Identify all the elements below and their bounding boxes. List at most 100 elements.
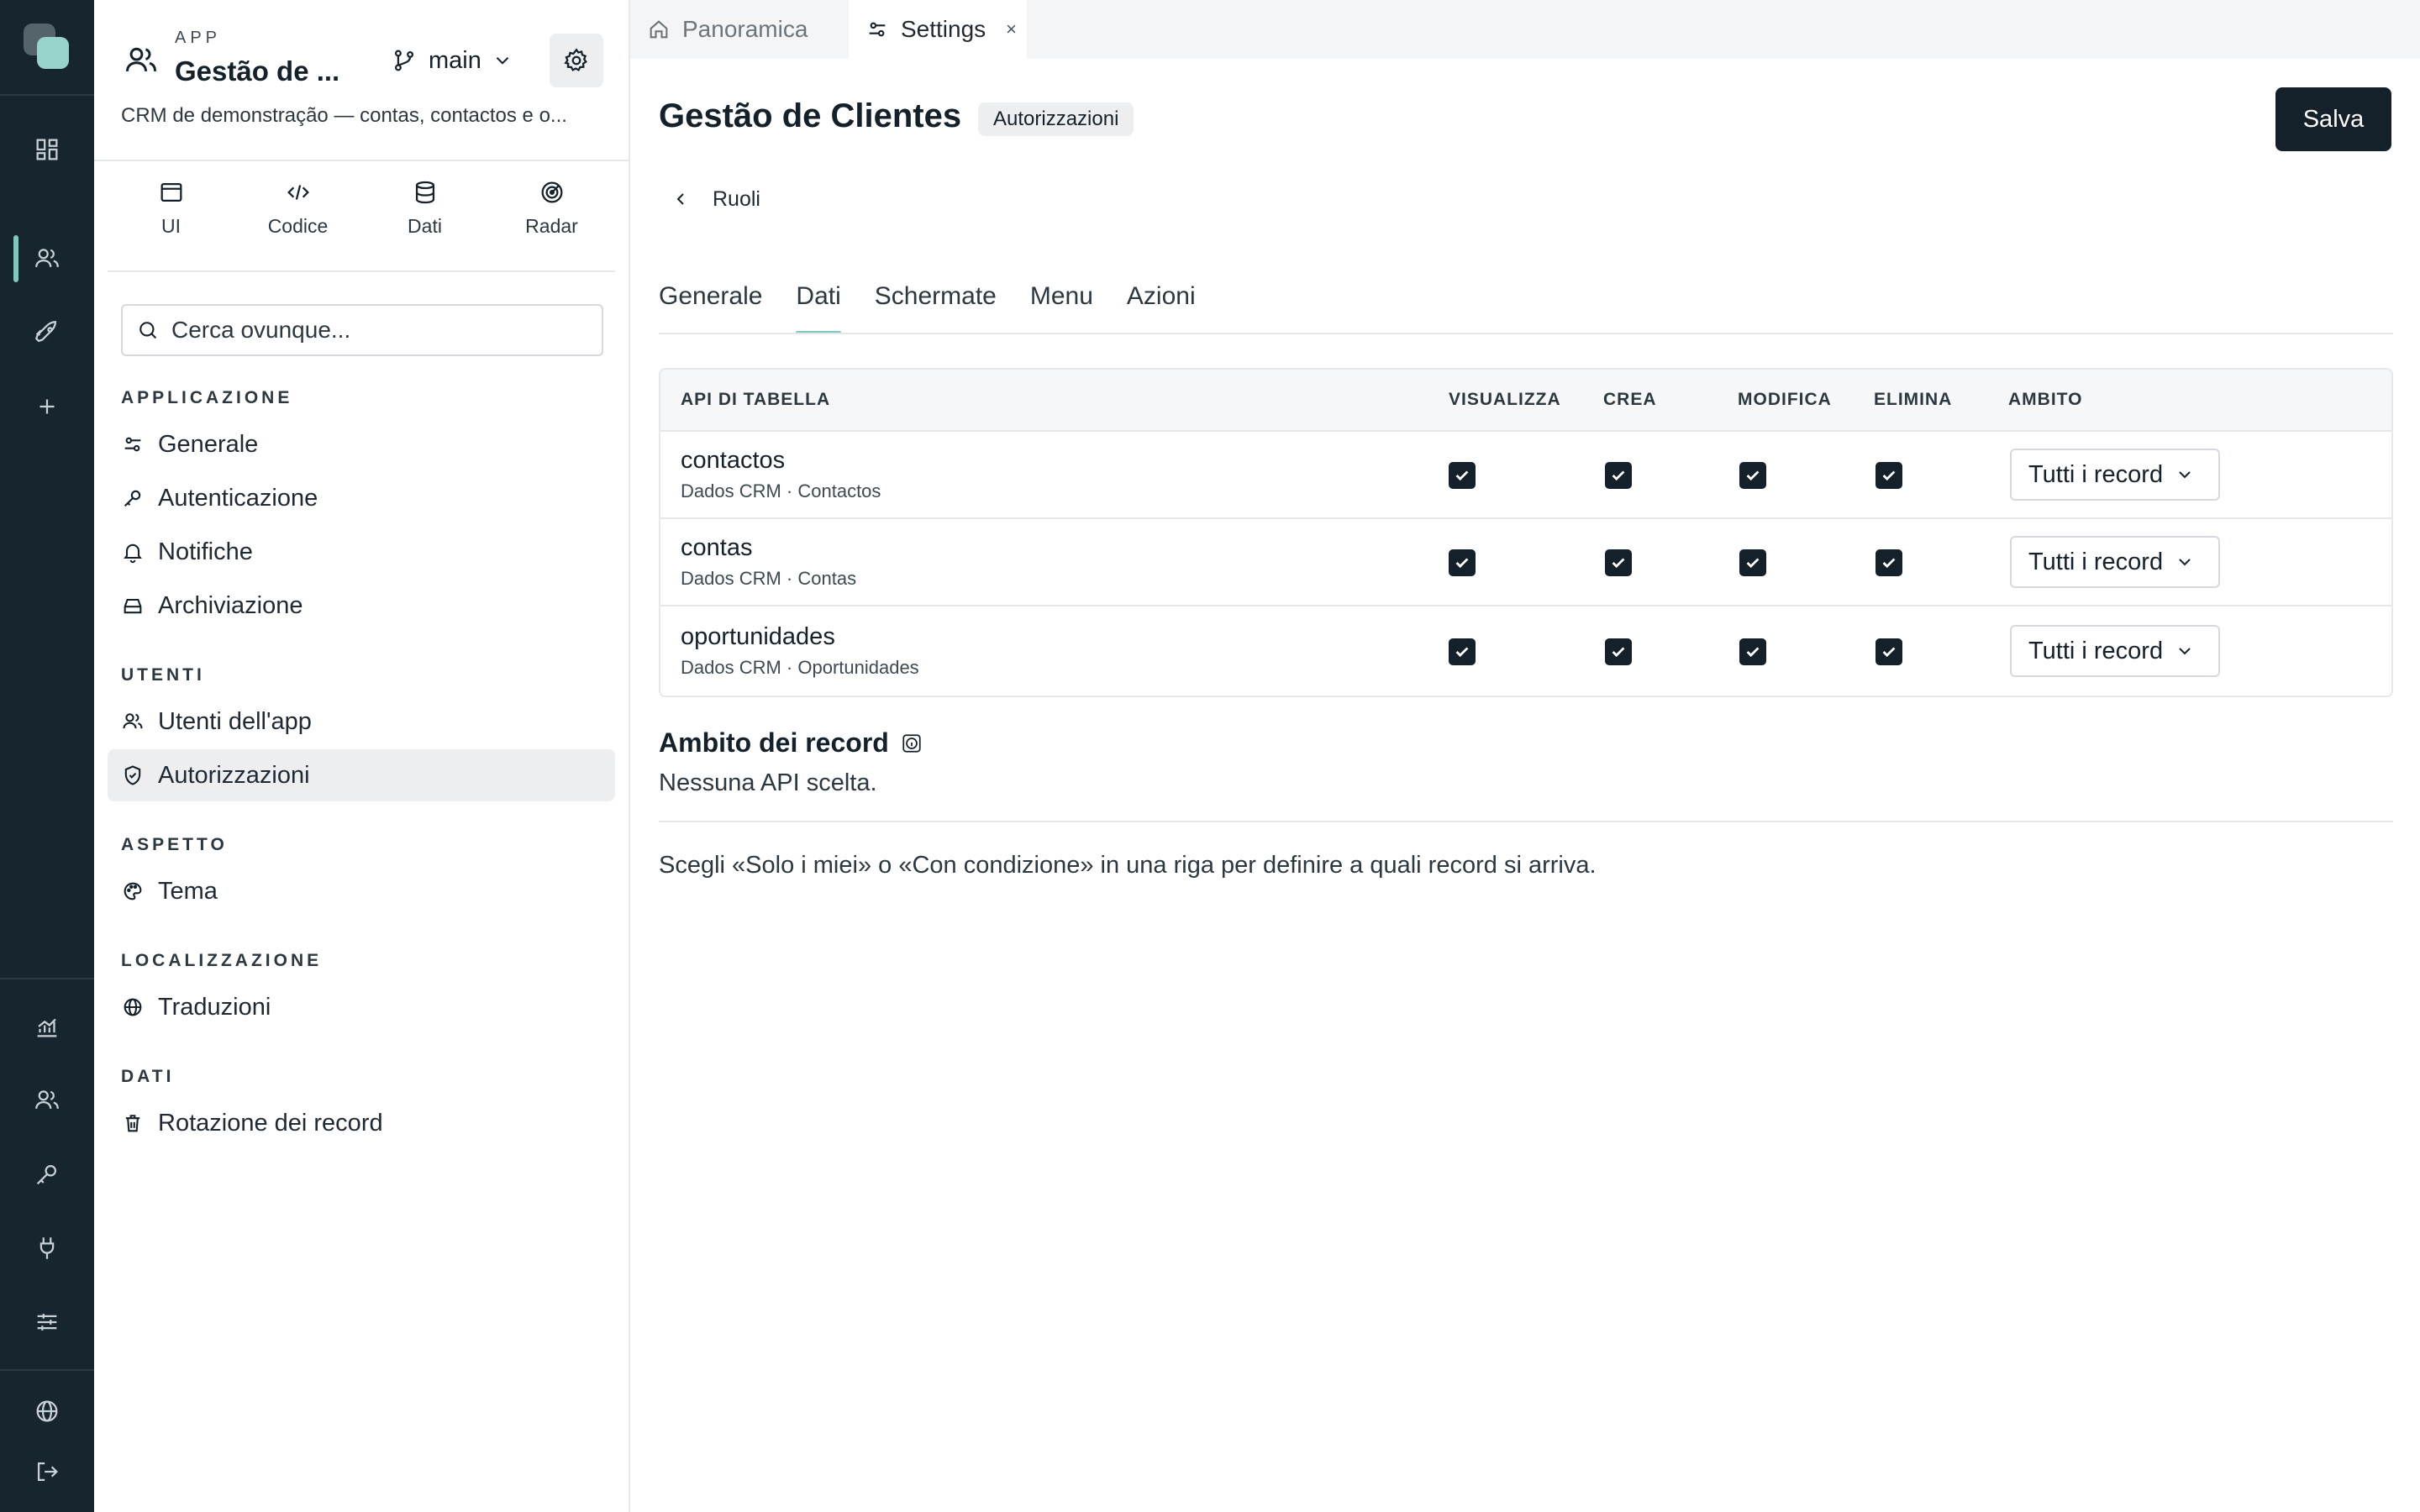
sidebar-item-label: Tema (158, 877, 218, 905)
close-icon[interactable]: × (1006, 18, 1017, 40)
radar-icon (538, 178, 566, 207)
create-checkbox[interactable] (1605, 462, 1632, 489)
scope-select[interactable]: Tutti i record (2010, 449, 2220, 501)
sliders-icon (121, 433, 145, 456)
search-icon (136, 318, 160, 342)
row-name: oportunidades (681, 623, 835, 650)
sidebar-item-archiviazione[interactable]: Archiviazione (108, 580, 615, 632)
table-row: contactos Dados CRM · Contactos Tutti i … (660, 432, 2391, 519)
tab-dati[interactable]: Dati (796, 277, 841, 334)
plus-icon[interactable] (24, 383, 71, 430)
info-icon[interactable] (901, 732, 923, 754)
app-name: Gestão de ... (175, 55, 340, 87)
row-name: contactos (681, 447, 786, 474)
rail-divider (0, 978, 94, 979)
sidebar-item-generale[interactable]: Generale (108, 418, 615, 470)
mode-label: Dati (408, 215, 442, 237)
plug-icon[interactable] (24, 1225, 71, 1272)
chevron-down-icon (2175, 641, 2195, 661)
key-icon[interactable] (24, 1151, 71, 1198)
delete-checkbox[interactable] (1876, 462, 1902, 489)
tab-label: Menu (1029, 282, 1093, 310)
scope-value: Tutti i record (2028, 637, 2164, 664)
code-icon (284, 178, 313, 207)
back-link[interactable]: Ruoli (671, 181, 760, 217)
chevron-down-icon (492, 50, 513, 71)
users-icon[interactable] (24, 1077, 71, 1124)
create-checkbox[interactable] (1605, 638, 1632, 665)
dashboard-icon[interactable] (24, 126, 71, 173)
edit-checkbox[interactable] (1739, 638, 1766, 665)
sidebar-item-notifiche[interactable]: Notifiche (108, 526, 615, 578)
rocket-icon[interactable] (24, 309, 71, 356)
edit-checkbox[interactable] (1739, 462, 1766, 489)
database-icon (411, 178, 439, 207)
sidebar-item-utenti[interactable]: Utenti dell'app (108, 696, 615, 748)
mode-dati[interactable]: Dati (361, 178, 488, 254)
chart-icon[interactable] (24, 1003, 71, 1050)
tab-settings[interactable]: Settings × (849, 0, 1027, 59)
chevron-down-icon (2175, 465, 2195, 485)
sidebar-item-label: Autorizzazioni (158, 761, 310, 789)
view-checkbox[interactable] (1449, 462, 1476, 489)
section-heading-text: Ambito dei record (659, 727, 889, 758)
gear-icon (562, 46, 591, 75)
sidebar-item-autorizzazioni[interactable]: Autorizzazioni (108, 749, 615, 801)
delete-checkbox[interactable] (1876, 638, 1902, 665)
shield-icon (121, 764, 145, 787)
table-row: oportunidades Dados CRM · Oportunidades … (660, 608, 2391, 696)
mode-ui[interactable]: UI (108, 178, 234, 254)
tab-menu[interactable]: Menu (1030, 277, 1093, 334)
save-button[interactable]: Salva (2275, 87, 2391, 151)
mode-codice[interactable]: Codice (234, 178, 361, 254)
sidebar-item-rotazione[interactable]: Rotazione dei record (108, 1097, 615, 1149)
tab-azioni[interactable]: Azioni (1127, 277, 1196, 334)
status-badge: Autorizzazioni (978, 102, 1134, 136)
search-input[interactable] (171, 317, 575, 344)
sliders-icon[interactable] (24, 1299, 71, 1346)
trash-icon (121, 1111, 145, 1135)
section-title: DATI (121, 1067, 175, 1086)
scope-value: Tutti i record (2028, 548, 2164, 575)
row-subtitle: Dados CRM · Contactos (681, 480, 881, 501)
sidebar-item-label: Utenti dell'app (158, 707, 312, 735)
sidebar-item-label: Autenticazione (158, 484, 318, 512)
create-checkbox[interactable] (1605, 549, 1632, 576)
column-header: API DI TABELLA (681, 390, 831, 409)
sidebar-item-label: Rotazione dei record (158, 1109, 383, 1137)
tab-panoramica[interactable]: Panoramica (630, 0, 849, 59)
scope-select[interactable]: Tutti i record (2010, 536, 2220, 588)
app-settings-button[interactable] (550, 34, 603, 87)
view-checkbox[interactable] (1449, 638, 1476, 665)
globe-icon[interactable] (24, 1388, 71, 1435)
sidebar-item-autenticazione[interactable]: Autenticazione (108, 472, 615, 524)
column-header: VISUALIZZA (1449, 390, 1561, 409)
scope-select[interactable]: Tutti i record (2010, 625, 2220, 677)
section-title: APPLICAZIONE (121, 388, 293, 407)
tab-schermate[interactable]: Schermate (875, 277, 997, 334)
sidebar-item-traduzioni[interactable]: Traduzioni (108, 981, 615, 1033)
globe-icon (121, 995, 145, 1019)
view-checkbox[interactable] (1449, 549, 1476, 576)
home-icon (647, 18, 671, 41)
settings-sidebar: APP Gestão de ... main CRM de demonstraç… (94, 0, 630, 1512)
branch-selector[interactable]: main (390, 42, 513, 79)
row-name: contas (681, 534, 753, 561)
logo[interactable] (24, 24, 71, 71)
users-icon[interactable] (24, 235, 71, 282)
delete-checkbox[interactable] (1876, 549, 1902, 576)
logout-icon[interactable] (24, 1448, 71, 1495)
tab-generale[interactable]: Generale (659, 277, 762, 334)
key-icon (121, 486, 145, 510)
edit-checkbox[interactable] (1739, 549, 1766, 576)
scope-value: Tutti i record (2028, 460, 2164, 488)
tab-label: Schermate (874, 282, 997, 310)
sidebar-item-tema[interactable]: Tema (108, 865, 615, 917)
mode-radar[interactable]: Radar (488, 178, 615, 254)
mode-label: Codice (267, 215, 329, 237)
mode-switcher: UI Codice Dati Radar (108, 178, 615, 254)
divider (659, 821, 2393, 822)
table-row: contas Dados CRM · Contas Tutti i record (660, 519, 2391, 606)
branch-icon (390, 46, 418, 75)
section-title: UTENTI (121, 665, 205, 685)
